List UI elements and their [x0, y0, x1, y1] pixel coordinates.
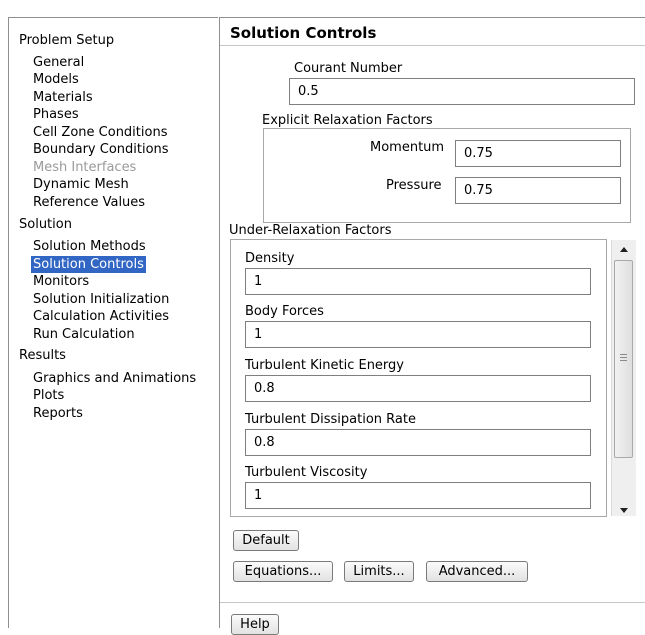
tree-section-solution[interactable]: Solution: [19, 216, 72, 234]
scrollbar-thumb[interactable]: [614, 260, 633, 458]
turbulent-viscosity-label: Turbulent Viscosity: [245, 465, 368, 480]
tree-item-reports[interactable]: Reports: [33, 405, 83, 422]
body-forces-label: Body Forces: [245, 304, 324, 319]
courant-number-label: Courant Number: [294, 61, 403, 76]
tree-item-boundary-conditions[interactable]: Boundary Conditions: [33, 141, 169, 158]
tree-item-monitors[interactable]: Monitors: [33, 273, 89, 290]
turbulent-dissipation-rate-field[interactable]: 0.8: [245, 429, 591, 456]
courant-number-field[interactable]: 0.5: [289, 78, 635, 105]
tree-item-solution-methods[interactable]: Solution Methods: [33, 238, 146, 255]
tree-item-calculation-activities[interactable]: Calculation Activities: [33, 308, 169, 325]
pressure-field[interactable]: 0.75: [455, 177, 621, 204]
panel-title: Solution Controls: [230, 24, 377, 42]
body-forces-field[interactable]: 1: [245, 321, 591, 348]
scroll-grip-icon: [620, 354, 627, 355]
scroll-up-arrow-icon[interactable]: [620, 247, 628, 252]
help-button[interactable]: Help: [231, 614, 279, 635]
turbulent-kinetic-energy-field[interactable]: 0.8: [245, 375, 591, 402]
panel-divider: [220, 602, 645, 603]
tree-item-reference-values[interactable]: Reference Values: [33, 194, 145, 211]
tree-item-plots[interactable]: Plots: [33, 387, 64, 404]
tree-item-graphics-and-animations[interactable]: Graphics and Animations: [33, 370, 196, 387]
solution-controls-panel: Solution Controls Courant Number 0.5 Exp…: [219, 17, 645, 635]
turbulent-viscosity-field[interactable]: 1: [245, 482, 591, 509]
default-button[interactable]: Default: [233, 530, 299, 551]
limits-button[interactable]: Limits...: [344, 561, 414, 582]
turbulent-dissipation-rate-label: Turbulent Dissipation Rate: [245, 412, 416, 427]
tree-item-materials[interactable]: Materials: [33, 89, 93, 106]
pressure-label: Pressure: [386, 178, 442, 193]
tree-item-phases[interactable]: Phases: [33, 106, 79, 123]
tree-item-models[interactable]: Models: [33, 71, 79, 88]
under-relaxation-title: Under-Relaxation Factors: [229, 223, 392, 238]
density-label: Density: [245, 251, 295, 266]
tree-item-solution-initialization[interactable]: Solution Initialization: [33, 291, 169, 308]
equations-button[interactable]: Equations...: [233, 561, 333, 582]
tree-item-mesh-interfaces: Mesh Interfaces: [33, 160, 137, 175]
tree-item-cell-zone-conditions[interactable]: Cell Zone Conditions: [33, 124, 167, 141]
tree-section-problem-setup[interactable]: Problem Setup: [19, 32, 114, 50]
momentum-field[interactable]: 0.75: [455, 140, 621, 167]
tree-item-dynamic-mesh[interactable]: Dynamic Mesh: [33, 176, 129, 193]
momentum-label: Momentum: [370, 140, 445, 155]
turbulent-kinetic-energy-label: Turbulent Kinetic Energy: [245, 358, 404, 373]
scroll-grip-icon: [620, 360, 627, 361]
advanced-button[interactable]: Advanced...: [426, 561, 528, 582]
tree-item-general[interactable]: General: [33, 54, 84, 71]
explicit-relaxation-title: Explicit Relaxation Factors: [262, 113, 433, 128]
scroll-grip-icon: [620, 357, 627, 358]
tree-item-run-calculation[interactable]: Run Calculation: [33, 326, 135, 343]
navigation-tree: Problem Setup General Models Materials P…: [8, 17, 218, 628]
scroll-down-arrow-icon[interactable]: [620, 508, 628, 513]
density-field[interactable]: 1: [245, 268, 591, 295]
panel-title-bar: Solution Controls: [220, 18, 645, 46]
tree-item-solution-controls[interactable]: Solution Controls: [31, 256, 146, 273]
tree-section-results[interactable]: Results: [19, 347, 66, 365]
